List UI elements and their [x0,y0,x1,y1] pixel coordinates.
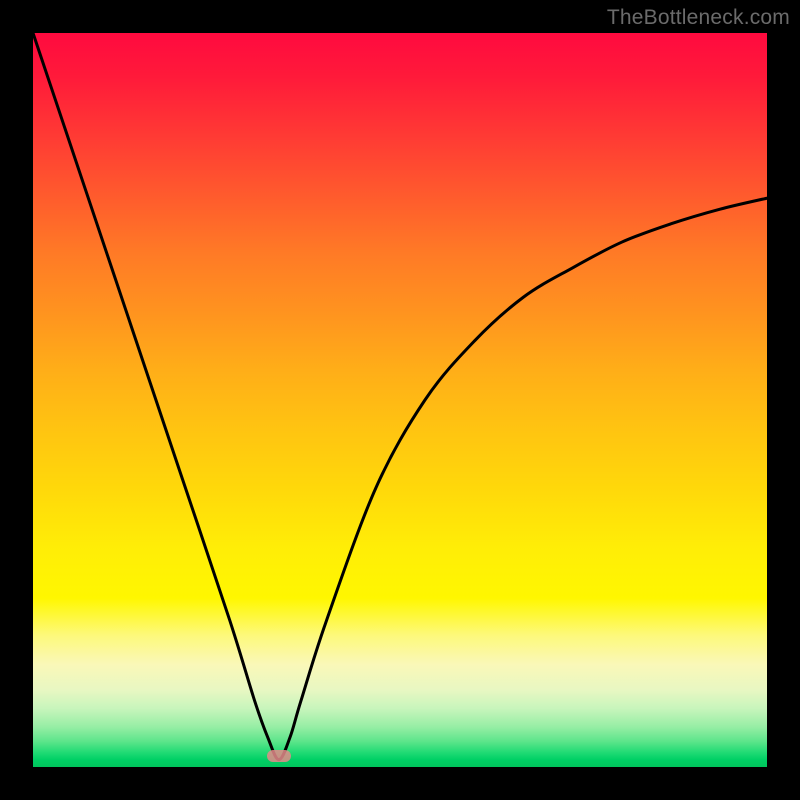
bottleneck-curve [33,33,767,767]
curve-line [33,33,767,760]
watermark-label: TheBottleneck.com [607,6,790,30]
plot-area [33,33,767,767]
optimal-marker [267,750,291,762]
chart-container: TheBottleneck.com [0,0,800,800]
